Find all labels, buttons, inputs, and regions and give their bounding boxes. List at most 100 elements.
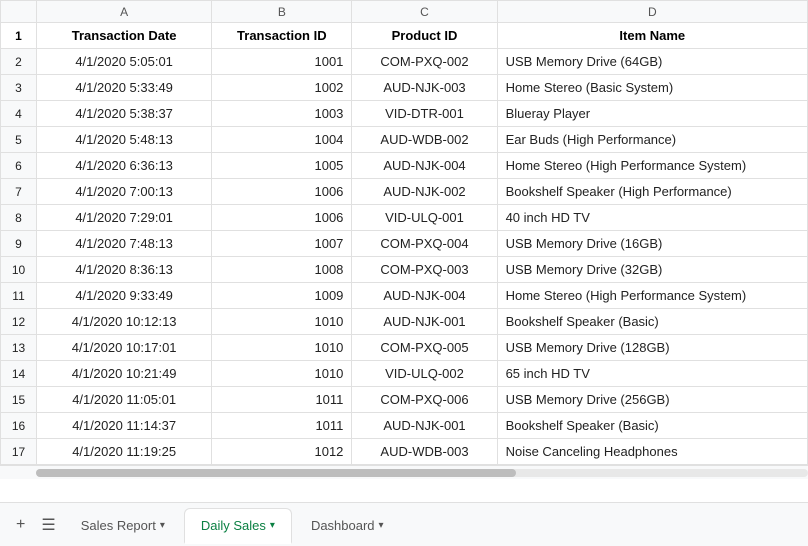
tab-daily-sales[interactable]: Daily Sales ▾: [184, 508, 292, 544]
cell-name-2[interactable]: Blueray Player: [497, 101, 807, 127]
header-product-id: Product ID: [352, 23, 497, 49]
cell-date-9[interactable]: 4/1/2020 9:33:49: [37, 283, 212, 309]
tab-dashboard-label: Dashboard: [311, 518, 375, 533]
cell-date-2[interactable]: 4/1/2020 5:38:37: [37, 101, 212, 127]
cell-tid-0[interactable]: 1001: [212, 49, 352, 75]
cell-date-12[interactable]: 4/1/2020 10:21:49: [37, 361, 212, 387]
cell-name-1[interactable]: Home Stereo (Basic System): [497, 75, 807, 101]
cell-name-6[interactable]: 40 inch HD TV: [497, 205, 807, 231]
cell-date-1[interactable]: 4/1/2020 5:33:49: [37, 75, 212, 101]
tab-daily-sales-label: Daily Sales: [201, 518, 266, 533]
field-header-row: 1 Transaction Date Transaction ID Produc…: [1, 23, 808, 49]
cell-date-10[interactable]: 4/1/2020 10:12:13: [37, 309, 212, 335]
cell-pid-14[interactable]: AUD-NJK-001: [352, 413, 497, 439]
cell-tid-2[interactable]: 1003: [212, 101, 352, 127]
cell-tid-11[interactable]: 1010: [212, 335, 352, 361]
cell-name-5[interactable]: Bookshelf Speaker (High Performance): [497, 179, 807, 205]
spreadsheet: A B C D 1 Transaction Date Transaction I…: [0, 0, 808, 502]
cell-date-3[interactable]: 4/1/2020 5:48:13: [37, 127, 212, 153]
cell-date-8[interactable]: 4/1/2020 8:36:13: [37, 257, 212, 283]
cell-tid-5[interactable]: 1006: [212, 179, 352, 205]
cell-pid-15[interactable]: AUD-WDB-003: [352, 439, 497, 465]
cell-name-12[interactable]: 65 inch HD TV: [497, 361, 807, 387]
cell-date-11[interactable]: 4/1/2020 10:17:01: [37, 335, 212, 361]
cell-name-7[interactable]: USB Memory Drive (16GB): [497, 231, 807, 257]
cell-tid-1[interactable]: 1002: [212, 75, 352, 101]
cell-date-13[interactable]: 4/1/2020 11:05:01: [37, 387, 212, 413]
row-num-7: 7: [1, 179, 37, 205]
corner-cell: [1, 1, 37, 23]
row-num-12: 12: [1, 309, 37, 335]
cell-pid-2[interactable]: VID-DTR-001: [352, 101, 497, 127]
cell-date-15[interactable]: 4/1/2020 11:19:25: [37, 439, 212, 465]
cell-pid-5[interactable]: AUD-NJK-002: [352, 179, 497, 205]
cell-pid-13[interactable]: COM-PXQ-006: [352, 387, 497, 413]
table-row: 4 4/1/2020 5:38:37 1003 VID-DTR-001 Blue…: [1, 101, 808, 127]
cell-pid-7[interactable]: COM-PXQ-004: [352, 231, 497, 257]
table-row: 3 4/1/2020 5:33:49 1002 AUD-NJK-003 Home…: [1, 75, 808, 101]
cell-pid-1[interactable]: AUD-NJK-003: [352, 75, 497, 101]
row-num-5: 5: [1, 127, 37, 153]
cell-tid-3[interactable]: 1004: [212, 127, 352, 153]
scrollbar-thumb[interactable]: [36, 469, 516, 477]
cell-date-4[interactable]: 4/1/2020 6:36:13: [37, 153, 212, 179]
row-num-17: 17: [1, 439, 37, 465]
cell-name-14[interactable]: Bookshelf Speaker (Basic): [497, 413, 807, 439]
cell-pid-0[interactable]: COM-PXQ-002: [352, 49, 497, 75]
table-row: 16 4/1/2020 11:14:37 1011 AUD-NJK-001 Bo…: [1, 413, 808, 439]
row-num-6: 6: [1, 153, 37, 179]
cell-tid-6[interactable]: 1006: [212, 205, 352, 231]
row-num-15: 15: [1, 387, 37, 413]
cell-name-4[interactable]: Home Stereo (High Performance System): [497, 153, 807, 179]
row-num-1: 1: [1, 23, 37, 49]
cell-name-11[interactable]: USB Memory Drive (128GB): [497, 335, 807, 361]
cell-name-13[interactable]: USB Memory Drive (256GB): [497, 387, 807, 413]
cell-date-5[interactable]: 4/1/2020 7:00:13: [37, 179, 212, 205]
tab-sales-report[interactable]: Sales Report ▾: [64, 507, 182, 543]
row-num-14: 14: [1, 361, 37, 387]
header-transaction-date: Transaction Date: [37, 23, 212, 49]
col-header-b[interactable]: B: [212, 1, 352, 23]
table-row: 5 4/1/2020 5:48:13 1004 AUD-WDB-002 Ear …: [1, 127, 808, 153]
cell-name-0[interactable]: USB Memory Drive (64GB): [497, 49, 807, 75]
cell-name-15[interactable]: Noise Canceling Headphones: [497, 439, 807, 465]
cell-tid-14[interactable]: 1011: [212, 413, 352, 439]
cell-date-7[interactable]: 4/1/2020 7:48:13: [37, 231, 212, 257]
col-header-a[interactable]: A: [37, 1, 212, 23]
cell-date-0[interactable]: 4/1/2020 5:05:01: [37, 49, 212, 75]
cell-date-14[interactable]: 4/1/2020 11:14:37: [37, 413, 212, 439]
cell-tid-15[interactable]: 1012: [212, 439, 352, 465]
cell-pid-3[interactable]: AUD-WDB-002: [352, 127, 497, 153]
cell-tid-8[interactable]: 1008: [212, 257, 352, 283]
scrollbar-track: [36, 469, 808, 477]
tab-dashboard[interactable]: Dashboard ▾: [294, 507, 401, 543]
cell-tid-13[interactable]: 1011: [212, 387, 352, 413]
horizontal-scrollbar[interactable]: [0, 465, 808, 479]
row-num-9: 9: [1, 231, 37, 257]
tab-sales-report-label: Sales Report: [81, 518, 156, 533]
cell-name-10[interactable]: Bookshelf Speaker (Basic): [497, 309, 807, 335]
column-letter-row: A B C D: [1, 1, 808, 23]
cell-tid-4[interactable]: 1005: [212, 153, 352, 179]
sheet-list-button[interactable]: ☰: [33, 511, 63, 539]
cell-tid-9[interactable]: 1009: [212, 283, 352, 309]
cell-pid-9[interactable]: AUD-NJK-004: [352, 283, 497, 309]
cell-tid-10[interactable]: 1010: [212, 309, 352, 335]
cell-pid-12[interactable]: VID-ULQ-002: [352, 361, 497, 387]
cell-pid-4[interactable]: AUD-NJK-004: [352, 153, 497, 179]
cell-pid-6[interactable]: VID-ULQ-001: [352, 205, 497, 231]
cell-date-6[interactable]: 4/1/2020 7:29:01: [37, 205, 212, 231]
cell-name-8[interactable]: USB Memory Drive (32GB): [497, 257, 807, 283]
cell-name-9[interactable]: Home Stereo (High Performance System): [497, 283, 807, 309]
tabs-bar: + ☰ Sales Report ▾ Daily Sales ▾ Dashboa…: [0, 502, 808, 546]
cell-tid-7[interactable]: 1007: [212, 231, 352, 257]
col-header-c[interactable]: C: [352, 1, 497, 23]
cell-tid-12[interactable]: 1010: [212, 361, 352, 387]
col-header-d[interactable]: D: [497, 1, 807, 23]
table-row: 8 4/1/2020 7:29:01 1006 VID-ULQ-001 40 i…: [1, 205, 808, 231]
cell-name-3[interactable]: Ear Buds (High Performance): [497, 127, 807, 153]
cell-pid-11[interactable]: COM-PXQ-005: [352, 335, 497, 361]
cell-pid-10[interactable]: AUD-NJK-001: [352, 309, 497, 335]
add-sheet-button[interactable]: +: [8, 512, 33, 538]
cell-pid-8[interactable]: COM-PXQ-003: [352, 257, 497, 283]
